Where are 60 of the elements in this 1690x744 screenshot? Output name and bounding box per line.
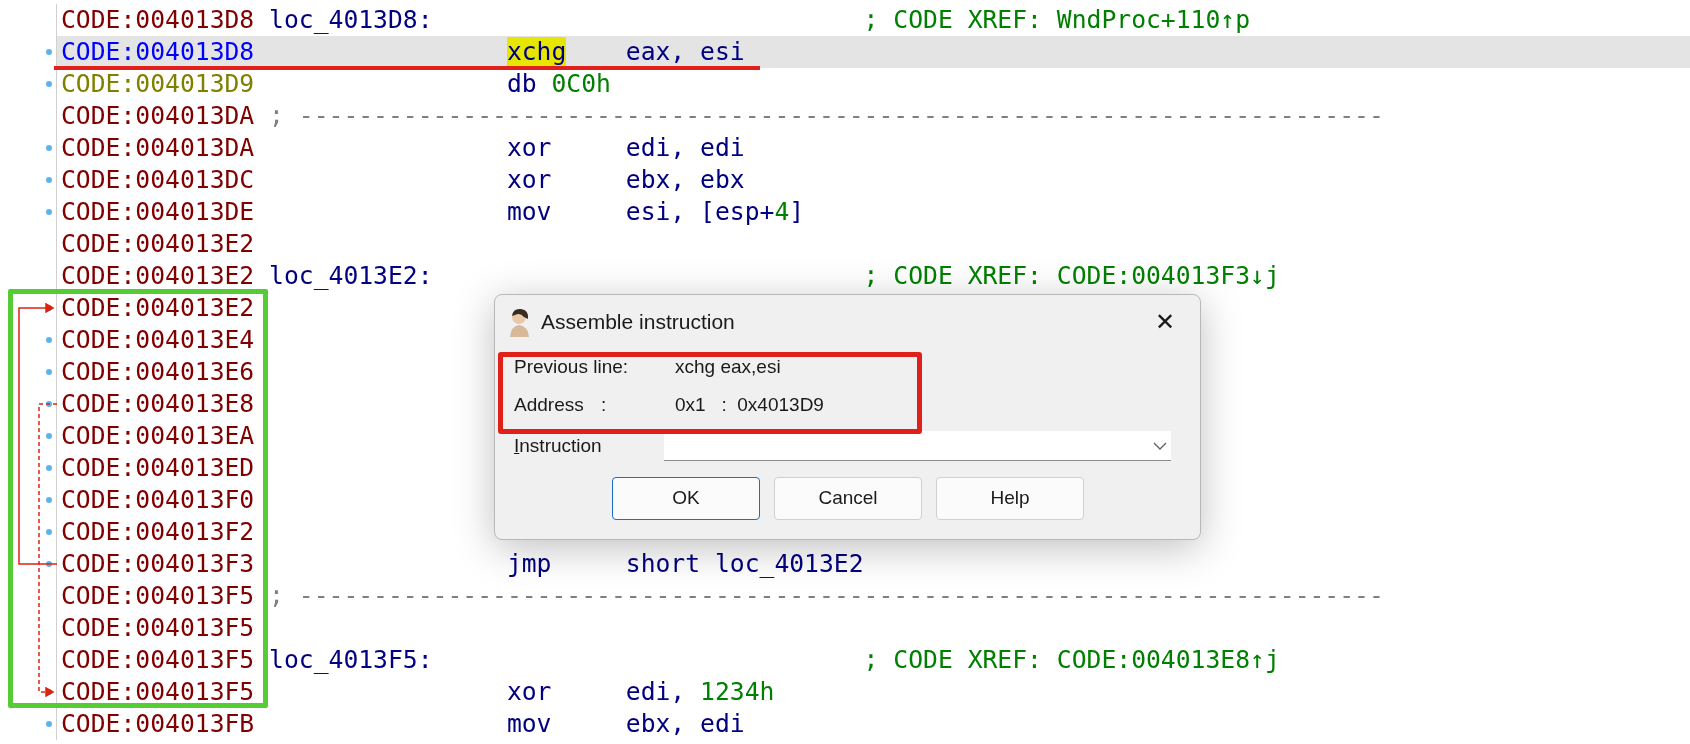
operand: short loc_4013E2 [625, 548, 864, 580]
mnemonic: xor [506, 165, 552, 194]
address: CODE:004013F0 [61, 484, 256, 516]
mnemonic: xchg [506, 37, 567, 66]
dialog-button[interactable]: Cancel [774, 477, 922, 520]
mnemonic: db [506, 69, 537, 98]
operand: ebx, ebx [625, 164, 745, 196]
mnemonic: mov [506, 709, 552, 738]
separator-line: ; ------------------------------------------------------------------------- [269, 580, 1384, 612]
address: CODE:004013F5 [61, 644, 256, 676]
dialog-title: Assemble instruction [541, 309, 735, 336]
address: CODE:004013E2 [61, 292, 256, 324]
instruction-combobox[interactable] [664, 431, 1171, 461]
address: CODE:004013F5 [61, 676, 256, 708]
separator-line: ; ------------------------------------------------------------------------- [269, 100, 1384, 132]
dialog-button[interactable]: Help [936, 477, 1084, 520]
address: CODE:004013E6 [61, 356, 256, 388]
address: CODE:004013DA [61, 132, 256, 164]
address: CODE:004013D8 [61, 4, 256, 36]
operand: edi, 1234h [625, 676, 775, 708]
address: CODE:004013E2 [61, 228, 256, 260]
field-value: xchg eax,esi [675, 354, 781, 379]
address: CODE:004013DE [61, 196, 256, 228]
address: CODE:004013E8 [61, 388, 256, 420]
address: CODE:004013DC [61, 164, 256, 196]
address: CODE:004013D9 [61, 68, 256, 100]
address: CODE:004013ED [61, 452, 256, 484]
address: CODE:004013F3 [61, 548, 256, 580]
field-label: Address [514, 392, 585, 417]
close-button[interactable]: ✕ [1150, 307, 1180, 337]
address: CODE:004013F5 [61, 612, 256, 644]
code-label: loc_4013F5: [269, 644, 434, 676]
code-label: loc_4013E2: [269, 260, 434, 292]
address: CODE:004013E4 [61, 324, 256, 356]
xref-comment: ; CODE XREF: CODE:004013F3↓j [863, 260, 1280, 292]
address: CODE:004013EA [61, 420, 256, 452]
operand: edi, edi [625, 132, 745, 164]
mnemonic: xor [506, 133, 552, 162]
field-label: Previous line: [514, 354, 630, 379]
address: CODE:004013F2 [61, 516, 256, 548]
caret-icon[interactable] [1153, 440, 1167, 451]
xref-comment: ; CODE XREF: CODE:004013E8↑j [863, 644, 1280, 676]
operand: 0C0h [551, 68, 611, 100]
xref-comment: ; CODE XREF: WndProc+110↑p [863, 4, 1251, 36]
address: CODE:004013FB [61, 708, 256, 740]
mnemonic: mov [506, 197, 552, 226]
field-value: 0x1 : 0x4013D9 [675, 392, 824, 417]
operand: esi, [esp+4] [625, 196, 805, 228]
address: CODE:004013F5 [61, 580, 256, 612]
address: CODE:004013DA [61, 100, 256, 132]
dialog-button[interactable]: OK [612, 477, 760, 520]
mnemonic: jmp [506, 549, 552, 578]
address: CODE:004013E2 [61, 260, 256, 292]
address: CODE:004013D8 [61, 36, 256, 68]
field-separator: : [601, 392, 608, 417]
code-label: loc_4013D8: [269, 4, 434, 36]
operand: ebx, edi [625, 708, 745, 740]
mnemonic: xor [506, 677, 552, 706]
operand: eax, esi [625, 36, 745, 68]
field-label: Instruction [514, 433, 603, 458]
